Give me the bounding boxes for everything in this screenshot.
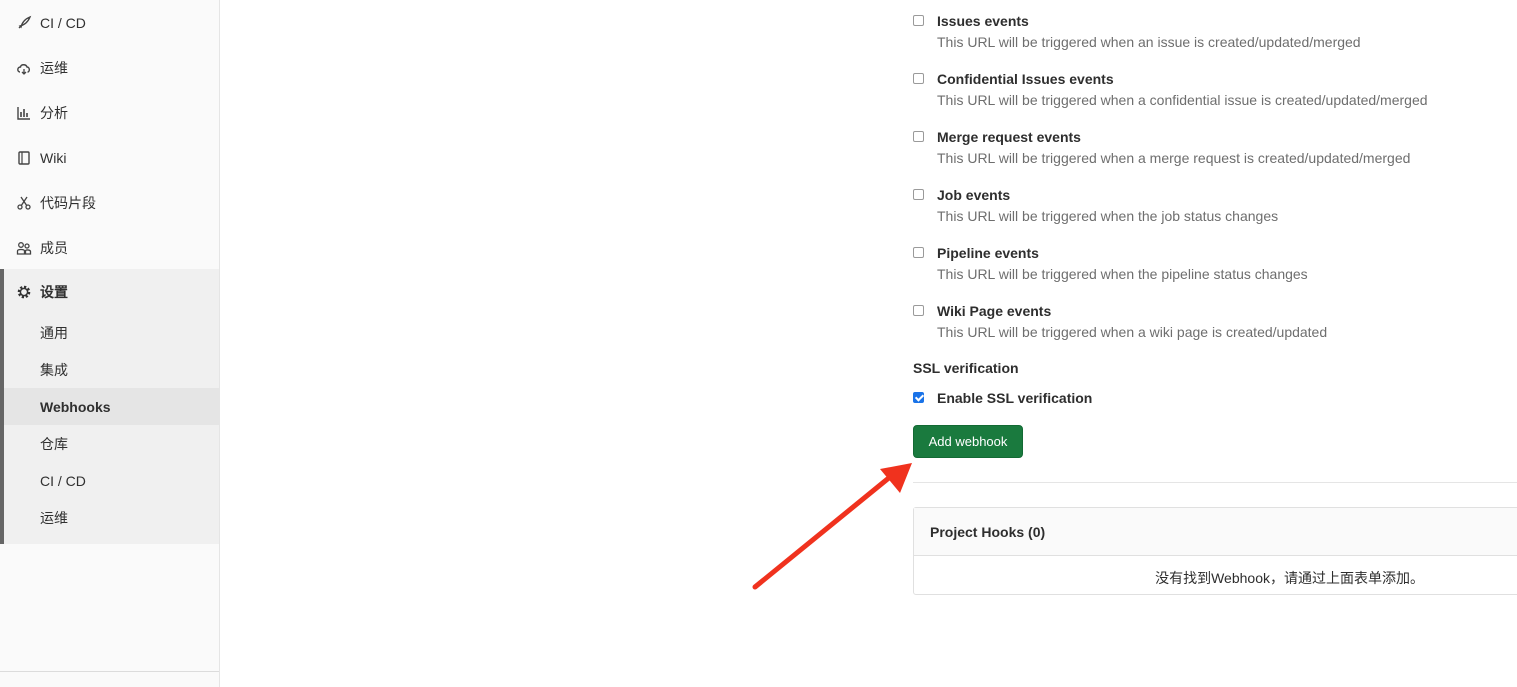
event-title: Job events: [937, 187, 1011, 203]
ssl-label: Enable SSL verification: [937, 390, 1093, 406]
project-hooks-empty-message: 没有找到Webhook，请通过上面表单添加。: [1155, 570, 1424, 586]
sidebar-subitem-general[interactable]: 通用: [4, 314, 219, 351]
project-hooks-header: Project Hooks (0): [914, 508, 1517, 556]
project-hooks-title: Project Hooks (0): [930, 524, 1046, 540]
sidebar-subitem-repository[interactable]: 仓库: [4, 425, 219, 462]
settings-group: 设置 通用 集成 Webhooks 仓库 CI / CD 运维: [0, 269, 219, 544]
sidebar-item-label: 成员: [40, 239, 68, 256]
sidebar-subitem-integrations[interactable]: 集成: [4, 351, 219, 388]
sidebar-subitem-ci-cd[interactable]: CI / CD: [4, 462, 219, 499]
book-icon: [16, 150, 32, 166]
confidential-issues-events-checkbox[interactable]: [913, 73, 924, 84]
sidebar-item-analytics[interactable]: 分析: [0, 90, 219, 135]
event-title: Issues events: [937, 13, 1029, 29]
sidebar-item-label: 运维: [40, 59, 68, 76]
gear-icon: [16, 284, 32, 300]
merge-request-events-checkbox[interactable]: [913, 131, 924, 142]
event-title: Pipeline events: [937, 245, 1039, 261]
ssl-verification-heading: SSL verification: [913, 360, 1019, 376]
sidebar: CI / CD 运维 分析 Wiki 代码片段 成员 设置 通用 集成 Webh…: [0, 0, 220, 687]
sidebar-subitem-ops[interactable]: 运维: [4, 499, 219, 536]
users-icon: [16, 240, 32, 256]
pipeline-events-checkbox[interactable]: [913, 247, 924, 258]
cloud-icon: [16, 60, 32, 76]
chart-icon: [16, 105, 32, 121]
sidebar-item-label: 分析: [40, 104, 68, 121]
sidebar-divider: [0, 671, 219, 672]
rocket-icon: [16, 15, 32, 31]
sidebar-subitem-webhooks[interactable]: Webhooks: [4, 388, 219, 425]
sidebar-subitem-label: 通用: [40, 324, 68, 341]
sidebar-item-members[interactable]: 成员: [0, 225, 219, 270]
event-description: This URL will be triggered when a wiki p…: [937, 324, 1328, 340]
sidebar-item-snippets[interactable]: 代码片段: [0, 180, 219, 225]
add-webhook-button[interactable]: Add webhook: [913, 425, 1023, 458]
issues-events-checkbox[interactable]: [913, 15, 924, 26]
sidebar-item-label: 代码片段: [40, 194, 96, 211]
event-title: Merge request events: [937, 129, 1081, 145]
project-hooks-panel: Project Hooks (0) 没有找到Webhook，请通过上面表单添加。: [913, 507, 1517, 595]
event-title: Wiki Page events: [937, 303, 1052, 319]
event-description: This URL will be triggered when a merge …: [937, 150, 1411, 166]
sidebar-item-settings[interactable]: 设置: [0, 269, 219, 314]
sidebar-item-ci-cd[interactable]: CI / CD: [0, 0, 219, 45]
sidebar-item-label: CI / CD: [40, 14, 86, 31]
sidebar-subitem-label: CI / CD: [40, 472, 86, 489]
event-description: This URL will be triggered when the pipe…: [937, 266, 1308, 282]
sidebar-subitem-label: 集成: [40, 361, 68, 378]
sidebar-item-wiki[interactable]: Wiki: [0, 135, 219, 180]
enable-ssl-checkbox[interactable]: [913, 392, 924, 403]
sidebar-subitem-label: Webhooks: [40, 398, 111, 415]
red-arrow-annotation: [752, 463, 912, 590]
event-description: This URL will be triggered when a confid…: [937, 92, 1428, 108]
section-divider: [913, 482, 1517, 483]
scissors-icon: [16, 195, 32, 211]
sidebar-subitem-label: 仓库: [40, 435, 68, 452]
sidebar-subitem-label: 运维: [40, 509, 68, 526]
sidebar-item-ops[interactable]: 运维: [0, 45, 219, 90]
event-description: This URL will be triggered when the job …: [937, 208, 1279, 224]
sidebar-item-label: 设置: [40, 283, 68, 300]
event-title: Confidential Issues events: [937, 71, 1114, 87]
event-description: This URL will be triggered when an issue…: [937, 34, 1361, 50]
sidebar-item-label: Wiki: [40, 149, 67, 166]
wiki-page-events-checkbox[interactable]: [913, 305, 924, 316]
job-events-checkbox[interactable]: [913, 189, 924, 200]
